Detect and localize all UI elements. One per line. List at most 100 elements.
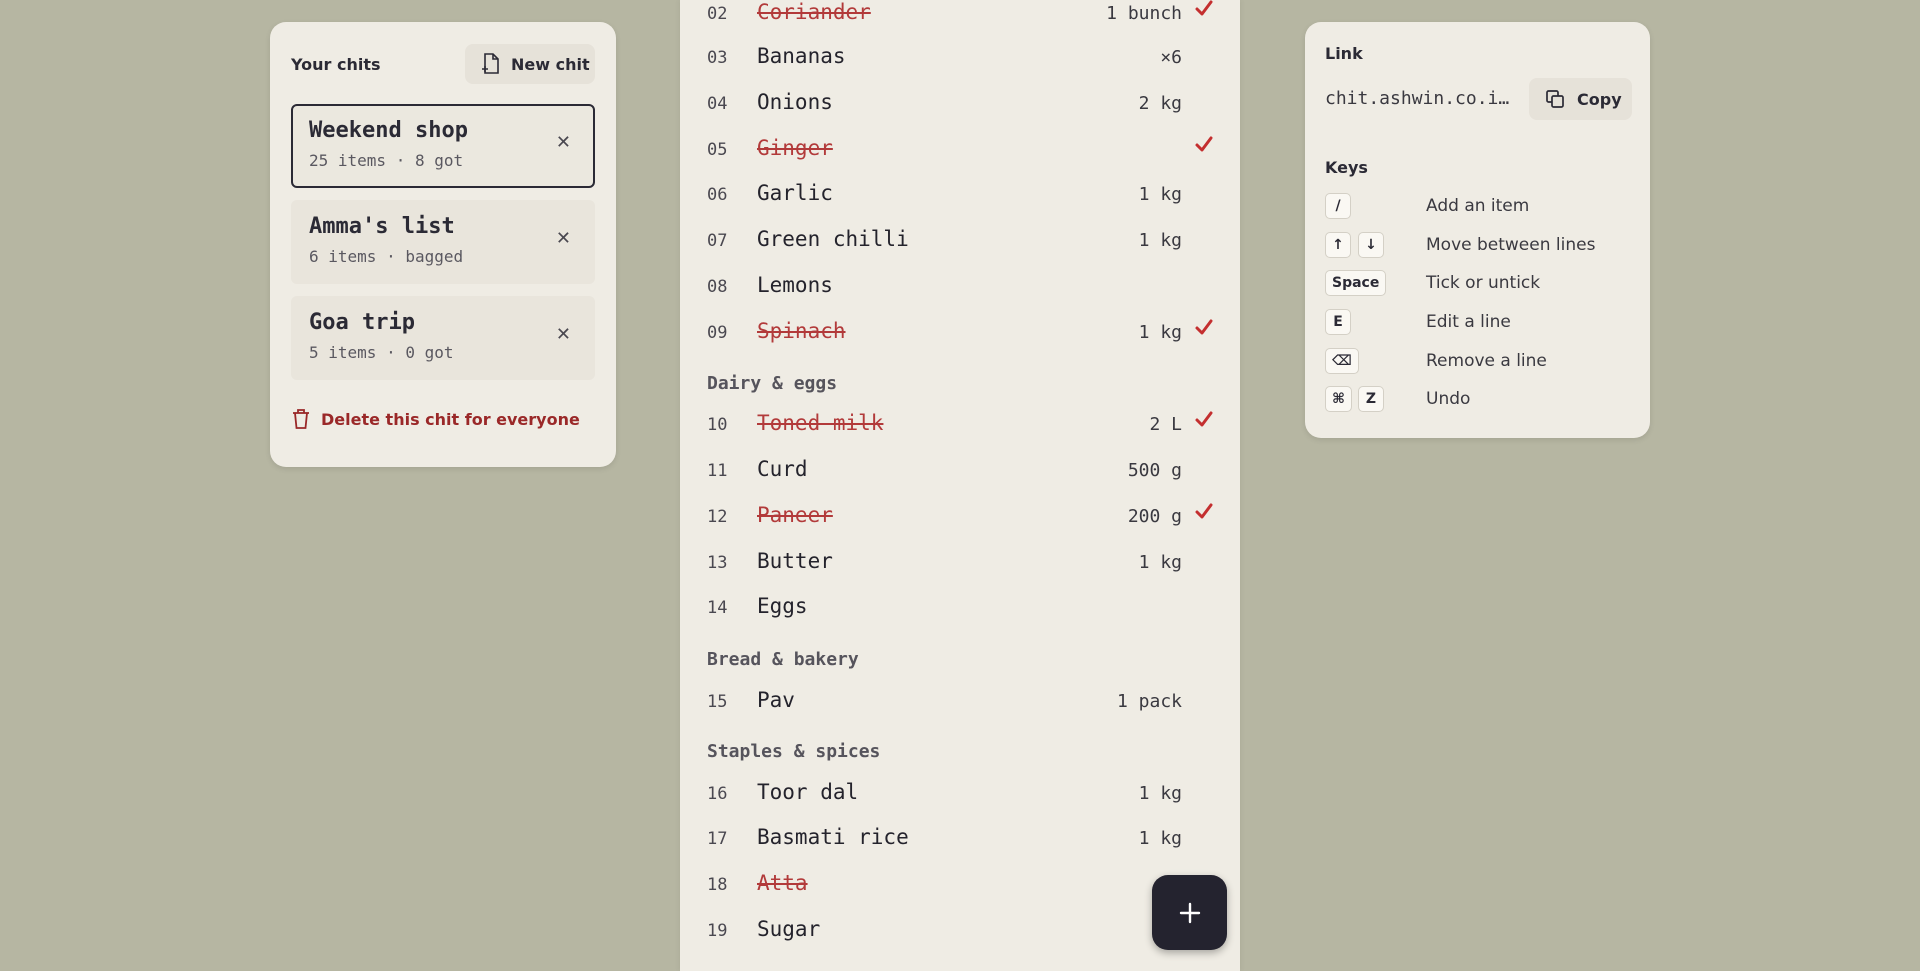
line-number: 10 [707, 415, 728, 435]
line-number: 03 [707, 48, 728, 68]
new-chit-button[interactable]: New chit [465, 44, 595, 84]
list-item[interactable]: 11 Curd 500 g [680, 454, 1240, 484]
copy-icon [1546, 90, 1564, 108]
share-link[interactable]: chit.ashwin.co.in… [1325, 88, 1520, 109]
line-number: 16 [707, 784, 728, 804]
link-heading: Link [1325, 44, 1363, 63]
key-cap: E [1325, 309, 1351, 335]
item-name: Pav [757, 688, 795, 712]
item-name: Spinach [757, 319, 846, 343]
item-name: Eggs [757, 594, 808, 618]
line-number: 08 [707, 277, 728, 297]
key-cap: ↑ [1325, 232, 1351, 258]
item-qty: ×6 [1160, 47, 1182, 68]
copy-label: Copy [1577, 89, 1622, 109]
chit-list: 02 Coriander 1 bunch 03 Bananas ×6 04 On… [680, 0, 1240, 971]
chit-meta: 6 items · bagged [309, 247, 464, 266]
chits-panel-title: Your chits [291, 55, 381, 74]
trash-icon [293, 409, 309, 429]
delete-chit-button[interactable]: Delete this chit for everyone [291, 408, 580, 430]
chit-item-weekend-shop[interactable]: Weekend shop 25 items · 8 got ✕ [291, 104, 595, 188]
item-name: Coriander [757, 0, 871, 24]
line-number: 09 [707, 323, 728, 343]
shortcut-row: ↑ ↓ Move between lines [1325, 232, 1635, 262]
chit-name: Goa trip [309, 310, 415, 335]
item-name: Ginger [757, 136, 833, 160]
list-item[interactable]: 13 Butter 1 kg [680, 546, 1240, 576]
item-qty: 1 kg [1138, 783, 1182, 804]
shortcut-desc: Add an item [1426, 196, 1530, 216]
line-number: 14 [707, 598, 728, 618]
shortcut-row: E Edit a line [1325, 309, 1635, 339]
list-item[interactable]: 17 Basmati rice 1 kg [680, 822, 1240, 852]
line-number: 19 [707, 921, 728, 941]
new-file-icon [482, 53, 499, 74]
list-item[interactable]: 03 Bananas ×6 [680, 41, 1240, 71]
shortcut-desc: Remove a line [1426, 351, 1547, 371]
new-chit-label: New chit [511, 54, 590, 74]
item-name: Sugar [757, 917, 821, 941]
check-icon[interactable] [1194, 502, 1214, 522]
close-icon[interactable]: ✕ [556, 134, 571, 152]
section-heading: Dairy & eggs [707, 373, 838, 394]
check-icon[interactable] [1194, 0, 1214, 19]
copy-link-button[interactable]: Copy [1529, 78, 1632, 120]
item-qty: 1 kg [1138, 184, 1182, 205]
line-number: 05 [707, 140, 728, 160]
check-icon[interactable] [1194, 318, 1214, 338]
list-item[interactable]: 16 Toor dal 1 kg [680, 777, 1240, 807]
key-cap: ⌫ [1325, 348, 1359, 374]
close-icon[interactable]: ✕ [556, 230, 571, 248]
item-name: Bananas [757, 44, 846, 68]
line-number: 17 [707, 829, 728, 849]
item-qty: 1 pack [1116, 691, 1182, 712]
keys-heading: Keys [1325, 158, 1368, 177]
section-heading: Bread & bakery [707, 649, 859, 670]
item-qty: 1 kg [1138, 552, 1182, 573]
chit-item-ammas-list[interactable]: Amma's list 6 items · bagged ✕ [291, 200, 595, 284]
item-qty: 1 bunch [1106, 3, 1182, 24]
list-item[interactable]: 02 Coriander 1 bunch [680, 0, 1240, 27]
list-item[interactable]: 04 Onions 2 kg [680, 87, 1240, 117]
line-number: 11 [707, 461, 728, 481]
list-item[interactable]: 06 Garlic 1 kg [680, 178, 1240, 208]
item-name: Lemons [757, 273, 833, 297]
list-item[interactable]: 15 Pav 1 pack [680, 685, 1240, 715]
list-item[interactable]: 08 Lemons [680, 270, 1240, 300]
list-item[interactable]: 14 Eggs [680, 591, 1240, 621]
item-name: Atta [757, 871, 808, 895]
chit-meta: 5 items · 0 got [309, 343, 454, 362]
item-name: Onions [757, 90, 833, 114]
item-name: Toned milk [757, 411, 884, 435]
check-icon[interactable] [1194, 135, 1214, 155]
chit-item-goa-trip[interactable]: Goa trip 5 items · 0 got ✕ [291, 296, 595, 380]
shortcut-row: ⌫ Remove a line [1325, 348, 1635, 378]
item-qty: 1 kg [1138, 828, 1182, 849]
line-number: 13 [707, 553, 728, 573]
shortcut-row: / Add an item [1325, 193, 1635, 223]
chit-name: Weekend shop [309, 118, 468, 143]
add-item-button[interactable] [1152, 875, 1227, 950]
list-item[interactable]: 05 Ginger [680, 133, 1240, 163]
line-number: 06 [707, 185, 728, 205]
info-panel: Link chit.ashwin.co.in… Copy Keys / Add … [1305, 22, 1650, 438]
section-heading: Staples & spices [707, 741, 881, 762]
key-cap: ↓ [1358, 232, 1384, 258]
item-name: Curd [757, 457, 808, 481]
item-name: Garlic [757, 181, 833, 205]
key-cap: Z [1358, 386, 1384, 412]
list-item[interactable]: 07 Green chilli 1 kg [680, 224, 1240, 254]
list-item[interactable]: 12 Paneer 200 g [680, 500, 1240, 530]
shortcut-row: Space Tick or untick [1325, 270, 1635, 300]
close-icon[interactable]: ✕ [556, 326, 571, 344]
check-icon[interactable] [1194, 410, 1214, 430]
key-cap: ⌘ [1325, 386, 1352, 412]
list-item[interactable]: 10 Toned milk 2 L [680, 408, 1240, 438]
item-name: Green chilli [757, 227, 909, 251]
item-qty: 1 kg [1138, 322, 1182, 343]
item-name: Paneer [757, 503, 833, 527]
delete-chit-label: Delete this chit for everyone [321, 409, 580, 429]
key-cap: / [1325, 193, 1351, 219]
key-cap: Space [1325, 270, 1387, 296]
list-item[interactable]: 09 Spinach 1 kg [680, 316, 1240, 346]
